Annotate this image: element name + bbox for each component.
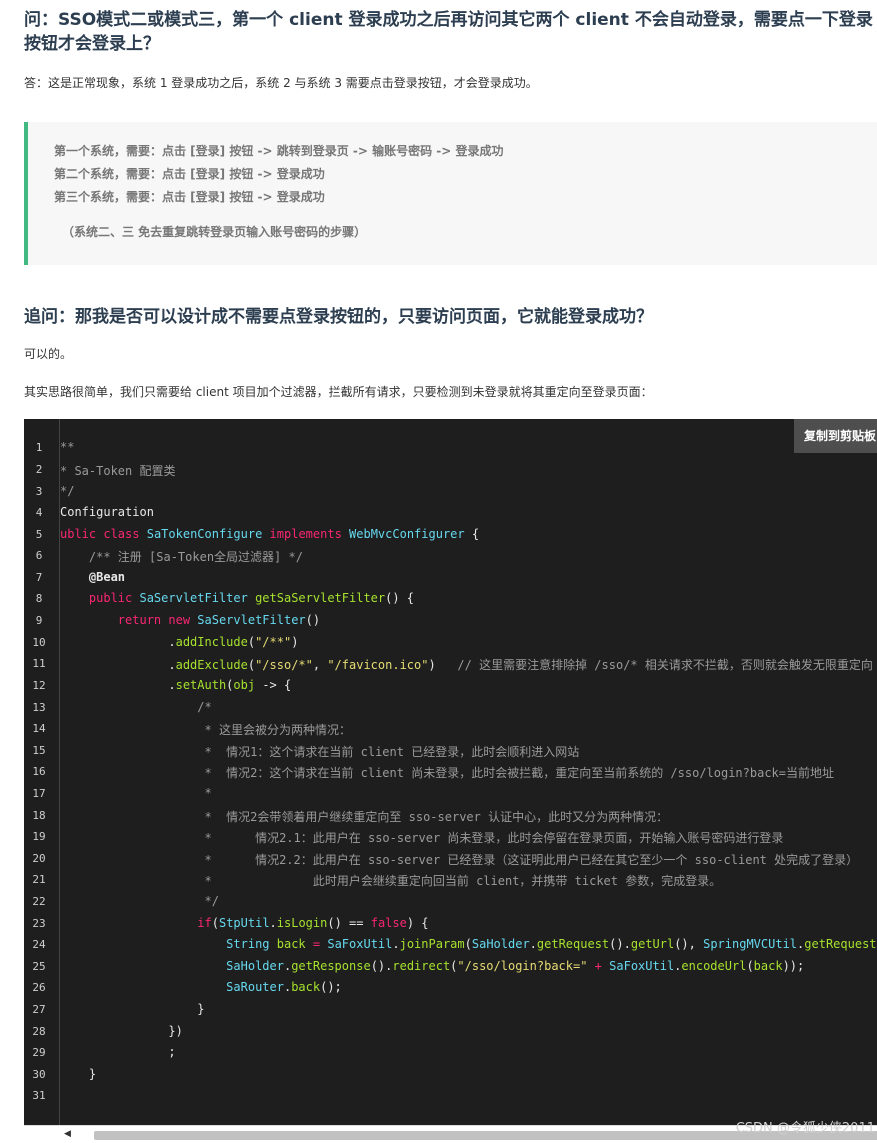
line-number: 24 (32, 938, 46, 951)
question-heading: 问：SSO模式二或模式三，第一个 client 登录成功之后再访问其它两个 cl… (24, 8, 877, 56)
code-line: } (60, 1002, 205, 1016)
code-line: * 情况2会带领着用户继续重定向至 sso-server 认证中心，此时又分为两… (60, 810, 669, 824)
line-number: 9 (35, 614, 43, 627)
followup-heading: 追问：那我是否可以设计成不需要点登录按钮的，只要访问页面，它就能登录成功？ (24, 307, 653, 327)
line-number: 8 (35, 592, 43, 605)
line-number: 26 (32, 981, 46, 994)
quote-line-1: 第一个系统，需要：点击 [登录] 按钮 -> 跳转到登录页 -> 输账号密码 -… (54, 144, 504, 158)
line-number: 14 (32, 722, 46, 735)
code-line: * 这里会被分为两种情况： (60, 723, 351, 737)
code-line: /** 注册 [Sa-Token全局过滤器] */ (60, 550, 303, 564)
code-line: * 情况2.2：此用户在 sso-server 已经登录（这证明此用户已经在其它… (60, 853, 859, 867)
code-line: } (60, 1067, 97, 1081)
code-line: }) (60, 1024, 183, 1038)
explain-text: 其实思路很简单，我们只需要给 client 项目加个过滤器，拦截所有请求，只要检… (24, 385, 653, 399)
code-line: SaRouter.back(); (226, 980, 342, 994)
line-number: 16 (32, 765, 46, 778)
code-line: .setAuth(obj -> { (60, 678, 292, 692)
question-line-1: 问：SSO模式二或模式三，第一个 client 登录成功之后再访问其它两个 cl… (24, 10, 873, 30)
code-line: */ (60, 894, 219, 908)
line-number-gutter: 1 2 3 4 5 6 7 8 9 10 11 12 13 14 15 16 1… (24, 419, 60, 1125)
code-line: public SaServletFilter getSaServletFilte… (60, 591, 415, 605)
line-number: 1 (35, 441, 43, 454)
line-number: 29 (32, 1046, 46, 1059)
code-line: Configuration (60, 505, 154, 519)
line-number: 19 (32, 830, 46, 843)
code-line: @Bean (60, 570, 126, 584)
answer-text: 答：这是正常现象，系统 1 登录成功之后，系统 2 与系统 3 需要点击登录按钮… (24, 76, 538, 90)
line-number: 10 (32, 636, 46, 649)
line-number: 17 (32, 787, 46, 800)
line-number: 15 (32, 744, 46, 757)
code-line: .addInclude("/**") (60, 635, 299, 649)
line-number: 7 (35, 571, 43, 584)
code-line: if(StpUtil.isLogin() == false) { (197, 916, 429, 930)
code-line: * 此时用户会继续重定向回当前 client，并携带 ticket 参数，完成登… (60, 874, 722, 888)
line-number: 20 (32, 852, 46, 865)
blockquote: 第一个系统，需要：点击 [登录] 按钮 -> 跳转到登录页 -> 输账号密码 -… (24, 122, 877, 265)
line-number: 5 (35, 528, 43, 541)
line-number: 13 (32, 701, 46, 714)
code-line: * Sa-Token 配置类 (60, 464, 176, 478)
line-number: 3 (35, 485, 43, 498)
line-number: 31 (32, 1089, 46, 1102)
quote-line-3: 第三个系统，需要：点击 [登录] 按钮 -> 登录成功 (54, 190, 325, 204)
question-line-2: 按钮才会登录上？ (24, 34, 160, 54)
line-number: 21 (32, 873, 46, 886)
line-number: 28 (32, 1025, 46, 1038)
code-line: * 情况2：这个请求在当前 client 尚未登录，此时会被拦截，重定向至当前系… (60, 766, 835, 780)
quote-note: （系统二、三 免去重复跳转登录页输入账号密码的步骤） (62, 225, 367, 239)
line-number: 6 (35, 549, 43, 562)
reply-text: 可以的。 (24, 347, 73, 361)
line-number: 25 (32, 960, 46, 973)
quote-line-2: 第二个系统，需要：点击 [登录] 按钮 -> 登录成功 (54, 167, 325, 181)
line-number: 12 (32, 679, 46, 692)
line-number: 11 (32, 657, 46, 670)
code-block[interactable]: 1 2 3 4 5 6 7 8 9 10 11 12 13 14 15 16 1… (24, 419, 877, 1143)
line-number: 18 (32, 809, 46, 822)
line-number: 22 (32, 895, 46, 908)
code-line: return new SaServletFilter() (60, 613, 321, 627)
code-line: ** (60, 440, 75, 454)
code-line: SaHolder.getResponse().redirect("/sso/lo… (226, 959, 805, 973)
line-number: 23 (32, 917, 46, 930)
line-number: 30 (32, 1068, 46, 1081)
watermark: CSDN @令狐少侠2011 (735, 1121, 875, 1136)
code-line: String back = SaFoxUtil.joinParam(SaHold… (226, 937, 877, 951)
code-line: * (60, 786, 212, 800)
code-line: .addExclude("/sso/*", "/favicon.ico") //… (60, 658, 873, 672)
code-line: /* (60, 700, 212, 714)
line-number: 27 (32, 1003, 46, 1016)
code-line: ublic class SaTokenConfigure implements … (60, 527, 480, 541)
line-number: 2 (35, 463, 43, 476)
code-line: * 情况2.1：此用户在 sso-server 尚未登录，此时会停留在登录页面，… (60, 831, 784, 845)
code-line: * 情况1：这个请求在当前 client 已经登录，此时会顺利进入网站 (60, 745, 580, 759)
code-line: ; (60, 1045, 176, 1059)
code-line: */ (60, 484, 75, 498)
copy-to-clipboard-button[interactable]: 复制到剪贴板 (794, 419, 877, 453)
scroll-left-arrow-icon[interactable]: ◀ (64, 1129, 71, 1139)
line-number: 4 (35, 506, 43, 519)
